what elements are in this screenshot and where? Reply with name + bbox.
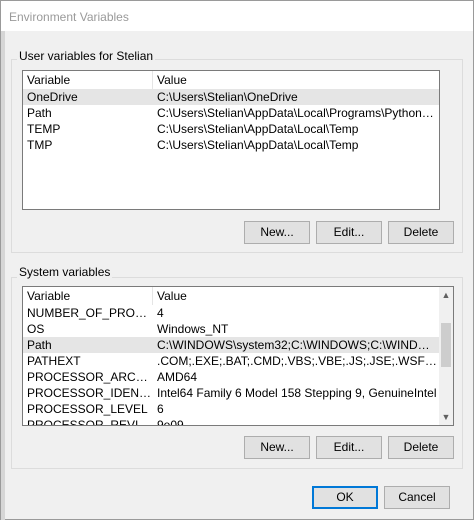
variable-value-cell: .COM;.EXE;.BAT;.CMD;.VBS;.VBE;.JS;.JSE;.… xyxy=(157,354,437,368)
environment-variables-dialog: Environment Variables User variables for… xyxy=(0,0,474,520)
variable-name-cell: TMP xyxy=(27,138,53,152)
cancel-button[interactable]: Cancel xyxy=(384,486,450,509)
column-header-variable[interactable]: Variable xyxy=(23,287,153,305)
scroll-up-arrow-icon[interactable]: ▲ xyxy=(439,287,453,303)
table-row[interactable]: PATHEXT .COM;.EXE;.BAT;.CMD;.VBS;.VBE;.JS… xyxy=(23,353,441,369)
table-row[interactable]: TMP C:\Users\Stelian\AppData\Local\Temp xyxy=(23,137,439,153)
variable-name-cell: OS xyxy=(27,322,45,336)
table-row[interactable]: Path C:\Users\Stelian\AppData\Local\Progr… xyxy=(23,105,439,121)
variable-value-cell: C:\WINDOWS\system32;C:\WINDOWS;C:\WINDOW… xyxy=(157,338,437,352)
variable-value-cell: C:\Users\Stelian\OneDrive xyxy=(157,90,298,104)
variable-value-cell: 9e09 xyxy=(157,418,184,426)
variable-name-cell: PROCESSOR_IDENTIFIER xyxy=(27,386,153,400)
table-row[interactable]: PROCESSOR_IDENTIFIER Intel64 Family 6 Mod… xyxy=(23,385,441,401)
variable-value-cell: C:\Users\Stelian\AppData\Local\Temp xyxy=(157,138,359,152)
column-header-value[interactable]: Value xyxy=(153,287,441,305)
variable-value-cell: C:\Users\Stelian\AppData\Local\Temp xyxy=(157,122,359,136)
table-row[interactable]: OS Windows_NT xyxy=(23,321,441,337)
system-edit-button[interactable]: Edit... xyxy=(316,436,382,459)
variable-value-cell: Windows_NT xyxy=(157,322,229,336)
background-window-edge xyxy=(1,1,5,520)
variable-value-cell: 4 xyxy=(157,306,164,320)
table-row[interactable]: PROCESSOR_ARCHITECTU... AMD64 xyxy=(23,369,441,385)
user-delete-button[interactable]: Delete xyxy=(388,221,454,244)
table-row[interactable]: Path C:\WINDOWS\system32;C:\WINDOWS;C:\WI… xyxy=(23,337,441,353)
user-edit-button[interactable]: Edit... xyxy=(316,221,382,244)
variable-name-cell: PATHEXT xyxy=(27,354,81,368)
variable-name-cell: PROCESSOR_LEVEL xyxy=(27,402,148,416)
user-variables-list[interactable]: Variable Value OneDrive C:\Users\Stelian\… xyxy=(22,70,440,210)
title-bar[interactable]: Environment Variables xyxy=(1,1,473,31)
variable-name-cell: PROCESSOR_ARCHITECTU... xyxy=(27,370,153,384)
user-new-button[interactable]: New... xyxy=(244,221,310,244)
variable-value-cell: C:\Users\Stelian\AppData\Local\Programs\… xyxy=(157,106,435,120)
variable-name-cell: NUMBER_OF_PROCESSORS xyxy=(27,306,153,320)
ok-button[interactable]: OK xyxy=(312,486,378,509)
variable-name-cell: TEMP xyxy=(27,122,61,136)
table-row[interactable]: TEMP C:\Users\Stelian\AppData\Local\Temp xyxy=(23,121,439,137)
system-delete-button[interactable]: Delete xyxy=(388,436,454,459)
table-row[interactable]: OneDrive C:\Users\Stelian\OneDrive xyxy=(23,89,439,105)
scrollbar-thumb[interactable] xyxy=(441,323,451,367)
variable-name-cell: PROCESSOR_REVISION xyxy=(27,418,153,426)
variable-value-cell: 6 xyxy=(157,402,164,416)
variable-value-cell: Intel64 Family 6 Model 158 Stepping 9, G… xyxy=(157,386,437,400)
system-new-button[interactable]: New... xyxy=(244,436,310,459)
variable-name-cell: Path xyxy=(27,338,52,352)
table-row[interactable]: NUMBER_OF_PROCESSORS 4 xyxy=(23,305,441,321)
list-header: Variable Value xyxy=(23,71,439,89)
system-variables-list[interactable]: Variable Value NUMBER_OF_PROCESSORS 4 OS Wi… xyxy=(22,286,454,426)
list-header: Variable Value xyxy=(23,287,441,305)
window-title: Environment Variables xyxy=(9,10,129,24)
variable-name-cell: Path xyxy=(27,106,52,120)
user-variables-group-label: User variables for Stelian xyxy=(17,49,156,63)
column-header-value[interactable]: Value xyxy=(153,71,439,89)
variable-name-cell: OneDrive xyxy=(27,90,78,104)
column-header-variable[interactable]: Variable xyxy=(23,71,153,89)
table-row[interactable]: PROCESSOR_LEVEL 6 xyxy=(23,401,441,417)
table-row[interactable]: PROCESSOR_REVISION 9e09 xyxy=(23,417,441,426)
system-list-scrollbar[interactable]: ▲ ▼ xyxy=(439,287,453,425)
scroll-down-arrow-icon[interactable]: ▼ xyxy=(439,409,453,425)
system-variables-group-label: System variables xyxy=(17,265,113,279)
variable-value-cell: AMD64 xyxy=(157,370,198,384)
